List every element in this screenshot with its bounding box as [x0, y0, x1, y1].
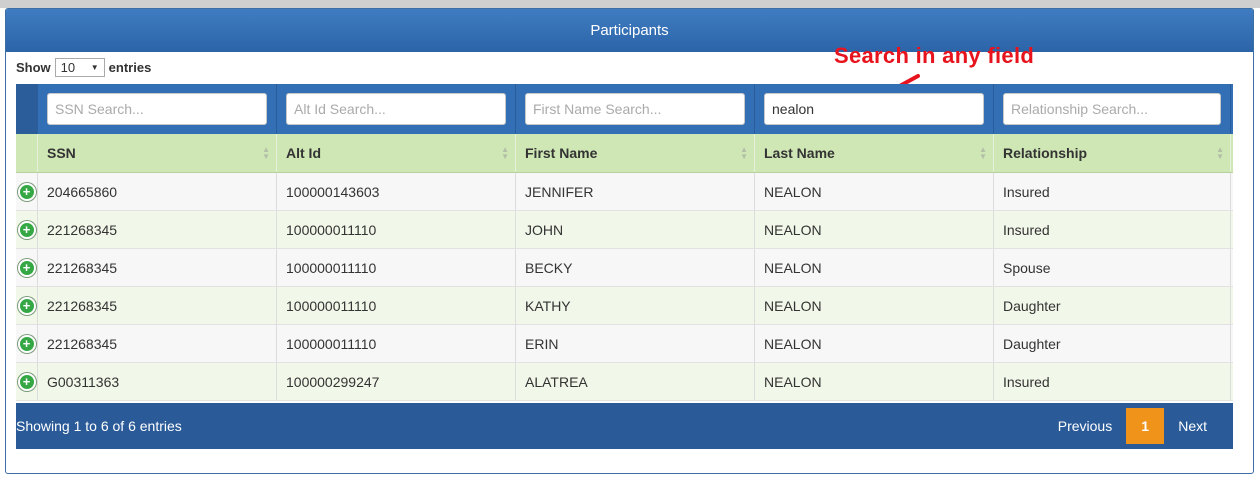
column-header-alt-id[interactable]: Alt Id ▲ ▼: [277, 134, 516, 172]
alt-id-cell: 100000299247: [277, 363, 516, 400]
first-name-cell: JENNIFER: [516, 173, 755, 210]
plus-circle-icon[interactable]: +: [17, 220, 36, 239]
ssn-search-input[interactable]: SSN Search...: [47, 93, 267, 125]
first-name-search-input[interactable]: First Name Search...: [525, 93, 745, 125]
page-length-control: Show 10 ▼ entries: [16, 58, 151, 77]
ssn-cell: 221268345: [38, 325, 277, 362]
relationship-filter-cell: Relationship Search...: [994, 84, 1231, 134]
sort-icon: ▲ ▼: [979, 145, 987, 161]
relationship-cell: Insured: [994, 363, 1231, 400]
alt-id-cell: 100000011110: [277, 249, 516, 286]
filter-row: SSN Search... Alt Id Search... First Nam…: [16, 84, 1233, 134]
column-header-relationship[interactable]: Relationship ▲ ▼: [994, 134, 1231, 172]
relationship-cell: Spouse: [994, 249, 1231, 286]
column-label: Last Name: [764, 145, 835, 161]
ssn-filter-cell: SSN Search...: [38, 84, 277, 134]
column-header-ssn[interactable]: SSN ▲ ▼: [38, 134, 277, 172]
expand-cell: +: [16, 287, 38, 324]
plus-circle-icon[interactable]: +: [17, 334, 36, 353]
plus-circle-icon[interactable]: +: [17, 296, 36, 315]
page-length-value: 10: [60, 60, 76, 75]
last-name-cell: NEALON: [755, 173, 994, 210]
plus-circle-icon[interactable]: +: [17, 372, 36, 391]
last-name-cell: NEALON: [755, 325, 994, 362]
column-header-last-name[interactable]: Last Name ▲ ▼: [755, 134, 994, 172]
last-name-cell: NEALON: [755, 211, 994, 248]
alt-id-cell: 100000143603: [277, 173, 516, 210]
column-label: First Name: [525, 145, 598, 161]
pagination: Previous 1 Next: [1044, 403, 1221, 449]
last-name-cell: NEALON: [755, 363, 994, 400]
expand-cell: +: [16, 211, 38, 248]
ssn-cell: 221268345: [38, 211, 277, 248]
last-name-filter-cell: nealon: [755, 84, 994, 134]
relationship-cell: Daughter: [994, 287, 1231, 324]
page-length-select[interactable]: 10 ▼: [54, 58, 105, 77]
first-name-cell: KATHY: [516, 287, 755, 324]
alt-id-cell: 100000011110: [277, 211, 516, 248]
column-label: SSN: [47, 145, 76, 161]
first-name-cell: ERIN: [516, 325, 755, 362]
last-name-search-input[interactable]: nealon: [764, 93, 984, 125]
ssn-cell: 204665860: [38, 173, 277, 210]
sort-icon: ▲ ▼: [501, 145, 509, 161]
relationship-cell: Insured: [994, 173, 1231, 210]
first-name-filter-cell: First Name Search...: [516, 84, 755, 134]
relationship-search-input[interactable]: Relationship Search...: [1003, 93, 1221, 125]
table-row: + 221268345 100000011110 JOHN NEALON Ins…: [16, 211, 1233, 249]
alt-id-cell: 100000011110: [277, 325, 516, 362]
alt-id-cell: 100000011110: [277, 287, 516, 324]
ssn-cell: 221268345: [38, 287, 277, 324]
table-row: + 221268345 100000011110 BECKY NEALON Sp…: [16, 249, 1233, 287]
filter-spacer: [16, 84, 38, 134]
plus-circle-icon[interactable]: +: [17, 258, 36, 277]
table-row: + 204665860 100000143603 JENNIFER NEALON…: [16, 173, 1233, 211]
table-footer: Showing 1 to 6 of 6 entries Previous 1 N…: [16, 403, 1233, 449]
table-row: + 221268345 100000011110 KATHY NEALON Da…: [16, 287, 1233, 325]
relationship-cell: Insured: [994, 211, 1231, 248]
annotation-label: Search in any field: [834, 43, 1035, 68]
alt-id-filter-cell: Alt Id Search...: [277, 84, 516, 134]
previous-button[interactable]: Previous: [1044, 408, 1126, 444]
panel-title: Participants: [6, 9, 1253, 52]
ssn-cell: G00311363: [38, 363, 277, 400]
dropdown-arrow-icon: ▼: [90, 63, 99, 72]
expand-cell: +: [16, 173, 38, 210]
sort-icon: ▲ ▼: [1216, 145, 1224, 161]
expand-cell: +: [16, 249, 38, 286]
plus-circle-icon[interactable]: +: [17, 182, 36, 201]
length-suffix: entries: [108, 60, 152, 75]
column-label: Relationship: [1003, 145, 1088, 161]
last-name-cell: NEALON: [755, 287, 994, 324]
sort-icon: ▲ ▼: [740, 145, 748, 161]
table-row: + G00311363 100000299247 ALATREA NEALON …: [16, 363, 1233, 401]
column-header-first-name[interactable]: First Name ▲ ▼: [516, 134, 755, 172]
expand-cell: +: [16, 363, 38, 400]
table-row: + 221268345 100000011110 ERIN NEALON Dau…: [16, 325, 1233, 363]
sort-icon: ▲ ▼: [262, 145, 270, 161]
header-row: SSN ▲ ▼ Alt Id ▲ ▼ First Name ▲ ▼ Last Name ▲ ▼ …: [16, 134, 1233, 173]
relationship-cell: Daughter: [994, 325, 1231, 362]
expand-cell: +: [16, 325, 38, 362]
first-name-cell: BECKY: [516, 249, 755, 286]
page-1-button[interactable]: 1: [1126, 408, 1165, 444]
last-name-cell: NEALON: [755, 249, 994, 286]
ssn-cell: 221268345: [38, 249, 277, 286]
table-info: Showing 1 to 6 of 6 entries: [16, 418, 182, 434]
first-name-cell: ALATREA: [516, 363, 755, 400]
next-button[interactable]: Next: [1164, 408, 1221, 444]
top-strip: [0, 0, 1260, 8]
first-name-cell: JOHN: [516, 211, 755, 248]
column-label: Alt Id: [286, 145, 321, 161]
length-prefix: Show: [16, 60, 51, 75]
header-spacer: [16, 134, 38, 172]
alt-id-search-input[interactable]: Alt Id Search...: [286, 93, 506, 125]
participants-table: SSN Search... Alt Id Search... First Nam…: [16, 84, 1233, 401]
